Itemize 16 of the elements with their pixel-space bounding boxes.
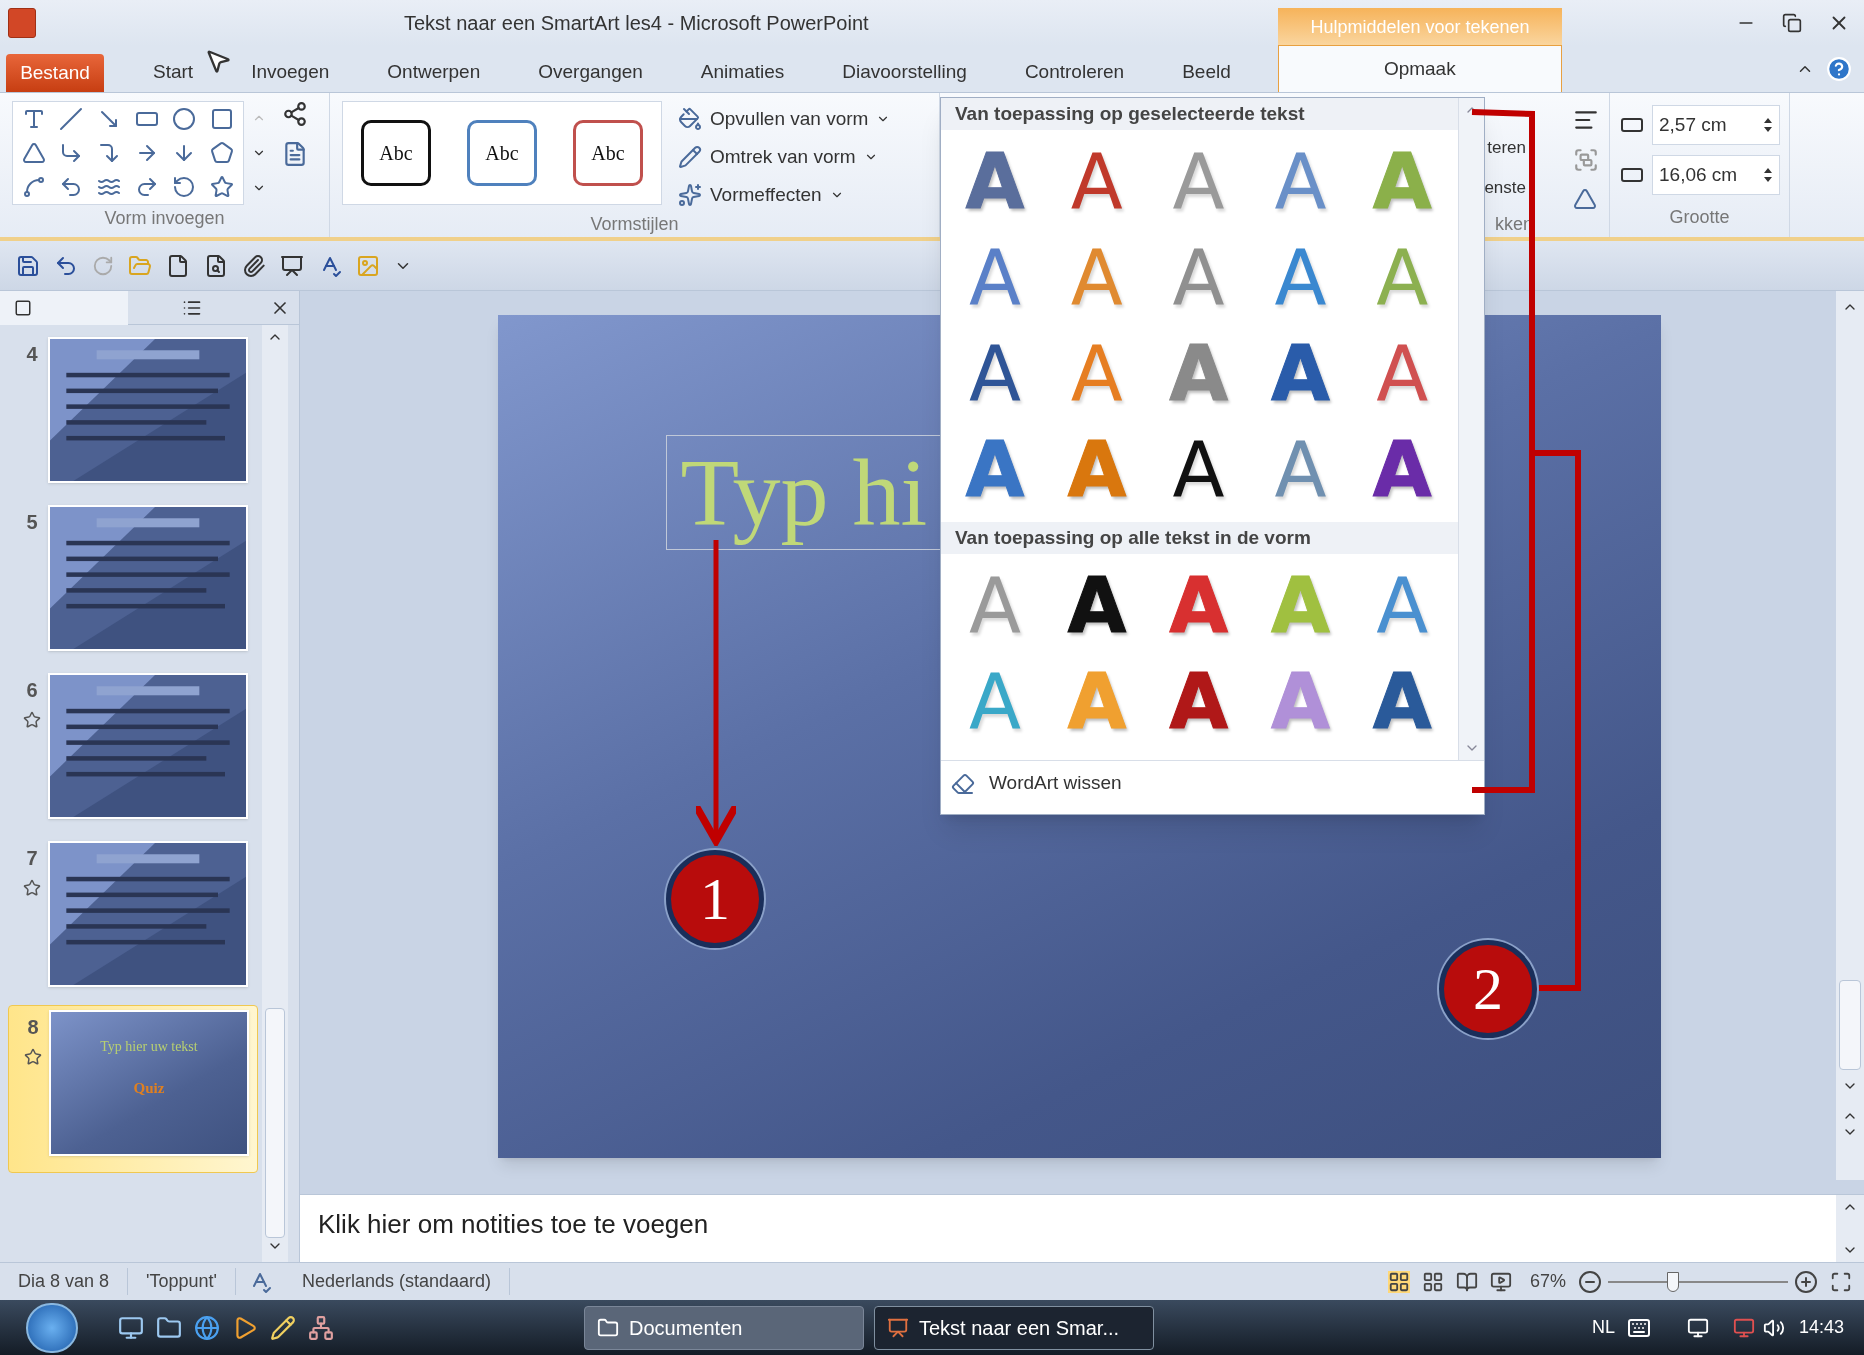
theme-name: 'Toppunt' [128, 1268, 236, 1295]
gallery-section-heading: Van toepassing op alle tekst in de vorm [941, 522, 1458, 554]
thumbnail-subtitle: Quiz [133, 1079, 165, 1098]
thumbnail-title: Typ hier uw tekst [100, 1038, 198, 1056]
gallery-section-heading: Van toepassing op geselecteerde tekst [941, 98, 1458, 130]
slide-number: 6 [26, 678, 38, 703]
slide-number: 8 [27, 1015, 39, 1040]
group-label: Grootte [1668, 206, 1731, 229]
group-label: Vormstijlen [589, 213, 680, 236]
contextual-tab-group-label: Hulpmiddelen voor tekenen [1278, 8, 1562, 46]
slide-number: 7 [26, 846, 38, 871]
slide-number: 4 [26, 342, 38, 367]
slide-counter: Dia 8 van 8 [0, 1268, 129, 1295]
slide-number: 5 [26, 510, 38, 535]
group-label: Vorm invoegen [103, 207, 226, 230]
window-title: Tekst naar een SmartArt les4 - Microsoft PowerPoint [404, 11, 869, 36]
